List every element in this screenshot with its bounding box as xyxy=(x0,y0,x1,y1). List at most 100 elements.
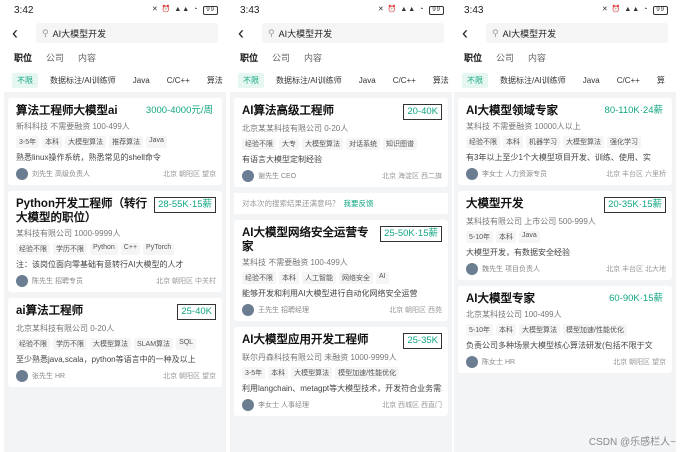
job-tags: 5-10年 本科 Java xyxy=(466,231,666,245)
filter-chip[interactable]: 数据标注/AI训练师 xyxy=(495,73,571,88)
status-bar: 3:43 ✕ ⏰ ▲▲ ◔ 99 xyxy=(454,0,676,20)
tab-jobs[interactable]: 职位 xyxy=(14,51,32,64)
company-info: 某科技有限公司 1000-9999人 xyxy=(16,229,121,238)
job-card[interactable]: 算法工程师大模型ai 3000-4000元/周新科科技 不需要融资 100-499… xyxy=(8,98,222,185)
feedback-text: 对本次的搜索结果还满意吗？ xyxy=(242,199,340,208)
job-title[interactable]: AI算法高级工程师 xyxy=(242,104,334,118)
company-info: 联尔丹森科技有限公司 未融资 1000-9999人 xyxy=(242,353,397,362)
recruiter-name: 陈先生 招聘专员 xyxy=(32,278,83,285)
job-tag: 推荐算法 xyxy=(109,136,144,148)
search-input[interactable]: ⚲ AI大模型开发 xyxy=(486,23,668,43)
job-card[interactable]: 大模型开发 20-35K·15薪 某科技有限公司 上市公司 500-999人 5-10… xyxy=(458,191,672,280)
tab-companies[interactable]: 公司 xyxy=(496,51,514,64)
filter-chip[interactable]: 算法 xyxy=(202,73,226,88)
tab-jobs[interactable]: 职位 xyxy=(240,51,258,64)
job-tag: 机器学习 xyxy=(526,136,560,148)
filter-bar: 不限 数据标注/AI训练师 Java C/C++ 算 xyxy=(454,68,676,92)
job-card[interactable]: AI大模型领域专家 80-110K·24薪 某科技 不需要融资 10000人以上 经验… xyxy=(458,98,672,185)
back-arrow-icon[interactable]: ‹ xyxy=(238,24,256,42)
filter-chip[interactable]: 不限 xyxy=(12,72,38,88)
tab-companies[interactable]: 公司 xyxy=(46,51,64,64)
filter-chip[interactable]: 不限 xyxy=(462,72,488,88)
job-tag: 网络安全 xyxy=(339,272,373,284)
filter-chip[interactable]: 不限 xyxy=(238,72,264,88)
tab-companies[interactable]: 公司 xyxy=(272,51,290,64)
job-description: 利用langchain、metagpt等大模型技术，开发符合业务需求 xyxy=(242,384,442,393)
battery-icon: 99 xyxy=(203,6,218,15)
tab-jobs[interactable]: 职位 xyxy=(464,51,482,64)
filter-chip[interactable]: Java xyxy=(128,74,155,87)
filter-chip[interactable]: 算法 xyxy=(428,73,452,88)
phone-screen: 3:43 ✕ ⏰ ▲▲ ◔ 99 ‹ ⚲ AI大模型开发 职位 公司 内容不限 数据标注/AI训… xyxy=(454,0,676,452)
filter-chip[interactable]: Java xyxy=(354,74,381,87)
filter-chip[interactable]: C/C++ xyxy=(388,74,421,87)
job-description: 大模型开发，有数据安全经验 xyxy=(466,248,570,257)
job-title[interactable]: AI大模型领域专家 xyxy=(466,104,558,118)
job-tag: 本科 xyxy=(268,367,289,379)
search-query: AI大模型开发 xyxy=(52,28,107,39)
job-tag: C++ xyxy=(120,243,141,255)
avatar-icon xyxy=(466,356,478,368)
search-input[interactable]: ⚲ AI大模型开发 xyxy=(36,23,218,43)
job-card[interactable]: Python开发工程师（转行大模型的职位） 28-55K·15薪 某科技有限公司 1… xyxy=(8,191,222,292)
tab-content[interactable]: 内容 xyxy=(528,51,546,64)
search-bar: ‹ ⚲ AI大模型开发 xyxy=(230,20,452,46)
job-location: 北京 朝阳区 中关村 xyxy=(156,278,216,285)
job-title[interactable]: ai算法工程师 xyxy=(16,304,83,318)
filter-chip[interactable]: 数据标注/AI训练师 xyxy=(45,73,121,88)
filter-chip[interactable]: C/C++ xyxy=(612,74,645,87)
salary: 25-50K·15薪 xyxy=(380,226,442,242)
tab-bar: 职位 公司 内容 xyxy=(230,46,452,68)
job-card-header: AI大模型专家 60-90K·15薪 xyxy=(466,292,666,306)
phone-screen: 3:42 ✕ ⏰ ▲▲ ◔ 99 ‹ ⚲ AI大模型开发 职位 公司 内容 不限 数据标注/AI训… xyxy=(4,0,226,452)
job-tags: 5-10年 本科 大模型算法 模型加速/性能优化 xyxy=(466,324,666,338)
recruiter-name: 刘先生 高级负责人 xyxy=(32,171,90,178)
filter-chip[interactable]: 算 xyxy=(652,73,670,88)
job-tag: 3-5年 xyxy=(242,367,266,379)
job-card-header: 算法工程师大模型ai 3000-4000元/周 xyxy=(16,104,216,118)
tab-bar: 职位 公司 内容 xyxy=(4,46,226,68)
recruiter-row: 谢先生 CEO 北京 海淀区 西二旗 xyxy=(242,170,442,182)
job-card[interactable]: ai算法工程师 25-40K 北京某科技有限公司 0-20人 经验不限 学历不限 大模型算… xyxy=(8,298,222,387)
salary: 25-40K xyxy=(177,304,216,320)
job-card[interactable]: AI大模型专家 60-90K·15薪 北京某科技公司 100-499人 5-10年 本科… xyxy=(458,286,672,373)
feedback-link[interactable]: 我要反馈 xyxy=(344,199,374,208)
job-description: 有3年以上至少1个大模型项目开发、训练、使用、实 xyxy=(466,153,651,162)
tab-content[interactable]: 内容 xyxy=(78,51,96,64)
job-title[interactable]: AI大模型专家 xyxy=(466,292,535,306)
job-tag: Python xyxy=(90,243,118,255)
salary: 3000-4000元/周 xyxy=(145,105,213,116)
job-tag: 大模型算法 xyxy=(90,338,131,350)
job-title[interactable]: Python开发工程师（转行大模型的职位） xyxy=(16,197,150,225)
status-time: 3:43 xyxy=(464,4,484,16)
job-card[interactable]: AI大模型网络安全运营专家 25-50K·15薪 某科技 不需要融资 100-499… xyxy=(234,220,448,321)
tab-content[interactable]: 内容 xyxy=(304,51,322,64)
job-card[interactable]: AI大模型应用开发工程师 25-35K 联尔丹森科技有限公司 未融资 1000-99… xyxy=(234,327,448,416)
job-tag: 学历不限 xyxy=(53,338,87,350)
search-icon: ⚲ xyxy=(42,27,49,38)
recruiter-row: 李女士 人事经理 北京 西城区 西直门 xyxy=(242,399,442,411)
job-tags: 经验不限 大专 大模型算法 对话系统 知识图谱 xyxy=(242,138,442,152)
job-tag: 模型加速/性能优化 xyxy=(335,367,400,379)
filter-chip[interactable]: Java xyxy=(578,74,605,87)
job-location: 北京 朝阳区 西苑 xyxy=(389,307,442,314)
job-tag: AI xyxy=(376,272,389,284)
job-tag: 大模型算法 xyxy=(519,324,561,336)
status-time: 3:43 xyxy=(240,4,260,16)
job-title[interactable]: 大模型开发 xyxy=(466,197,524,211)
avatar-icon xyxy=(466,168,478,180)
company-info: 新科科技 不需要融资 100-499人 xyxy=(16,122,130,131)
company-info: 某科技 不需要融资 10000人以上 xyxy=(466,122,581,131)
filter-bar: 不限 数据标注/AI训练师 Java C/C++ 算法 xyxy=(4,68,226,92)
filter-chip[interactable]: C/C++ xyxy=(162,74,195,87)
back-arrow-icon[interactable]: ‹ xyxy=(462,24,480,42)
job-tag: 经验不限 xyxy=(466,136,500,148)
job-tag: 学历不限 xyxy=(53,243,87,255)
job-title[interactable]: 算法工程师大模型ai xyxy=(16,104,118,118)
job-title[interactable]: AI大模型应用开发工程师 xyxy=(242,333,369,347)
job-card[interactable]: AI算法高级工程师 20-40K 北京某某科技有限公司 0-20人 经验不限 大专 大模型… xyxy=(234,98,448,187)
filter-chip[interactable]: 数据标注/AI训练师 xyxy=(271,73,347,88)
search-input[interactable]: ⚲ AI大模型开发 xyxy=(262,23,444,43)
job-title[interactable]: AI大模型网络安全运营专家 xyxy=(242,226,376,254)
back-arrow-icon[interactable]: ‹ xyxy=(12,24,30,42)
